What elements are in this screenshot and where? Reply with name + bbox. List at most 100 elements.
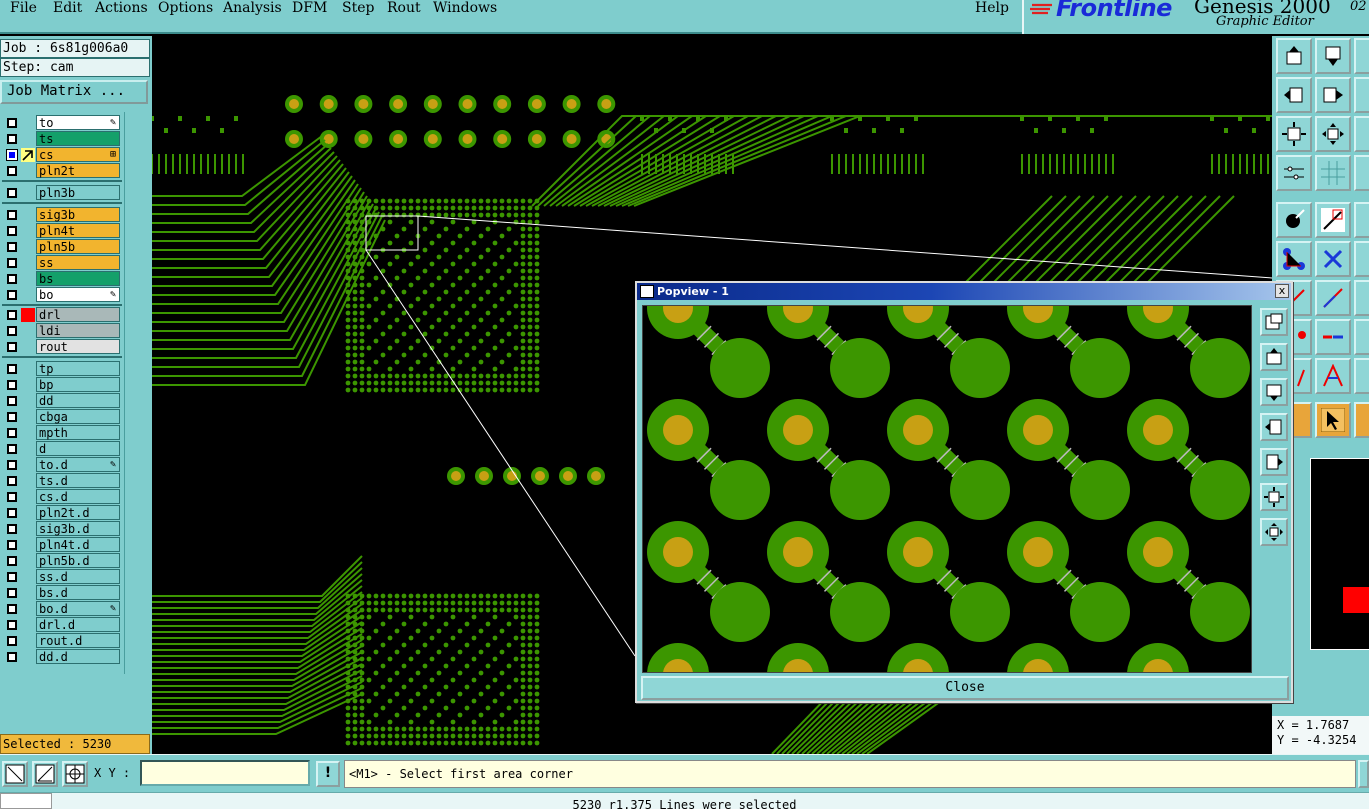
- layer-checkbox[interactable]: [7, 134, 17, 144]
- layer-row-cbga[interactable]: cbga: [2, 409, 121, 424]
- layer-checkbox[interactable]: [7, 636, 17, 646]
- layer-row-pln3b[interactable]: pln3b: [2, 185, 121, 200]
- layer-row-pln5b[interactable]: pln5b: [2, 239, 121, 254]
- layer-row-tp[interactable]: tp: [2, 361, 121, 376]
- layer-row-pln5b-d[interactable]: pln5b.d: [2, 553, 121, 568]
- menu-dfm[interactable]: DFM: [292, 0, 327, 16]
- layer-checkbox[interactable]: [7, 428, 17, 438]
- layer-row-sig3b[interactable]: sig3b: [2, 207, 121, 222]
- pan-up-button[interactable]: [1276, 38, 1312, 74]
- menu-actions[interactable]: Actions: [95, 0, 148, 16]
- layer-row-rout[interactable]: rout: [2, 339, 121, 354]
- layer-row-bp[interactable]: bp: [2, 377, 121, 392]
- tool-angle-b-button[interactable]: [1315, 358, 1351, 394]
- layer-row-cs-d[interactable]: cs.d: [2, 489, 121, 504]
- layer-row-ts[interactable]: ts: [2, 131, 121, 146]
- layer-row-ss[interactable]: ss: [2, 255, 121, 270]
- popview-pan-up-button[interactable]: [1260, 343, 1288, 371]
- layer-list-scrollbar[interactable]: [124, 112, 150, 674]
- layer-checkbox[interactable]: [7, 310, 17, 320]
- layer-checkbox[interactable]: [7, 396, 17, 406]
- snap-button[interactable]: [1354, 155, 1369, 191]
- select-button[interactable]: [1276, 202, 1312, 238]
- layer-checkbox[interactable]: [7, 166, 17, 176]
- layer-checkbox[interactable]: [7, 226, 17, 236]
- layer-checkbox[interactable]: [7, 364, 17, 374]
- popview-pan-down-button[interactable]: [1260, 378, 1288, 406]
- layer-row-bo-d[interactable]: bo.d ✎: [2, 601, 121, 616]
- job-matrix-button[interactable]: Job Matrix ...: [0, 80, 148, 104]
- pan-up-extra-button[interactable]: [1354, 38, 1369, 74]
- layer-checkbox[interactable]: [7, 274, 17, 284]
- grid-toggle-button[interactable]: [1315, 155, 1351, 191]
- menu-file[interactable]: File: [10, 0, 37, 16]
- layer-checkbox[interactable]: [7, 492, 17, 502]
- layer-checkbox[interactable]: [7, 524, 17, 534]
- add-feature-button[interactable]: [1315, 202, 1351, 238]
- layer-row-to-d[interactable]: to.d ✎: [2, 457, 121, 472]
- tool-extra-5-button[interactable]: [1354, 358, 1369, 394]
- delete-button[interactable]: [1315, 241, 1351, 277]
- popview-zoom-fit-button[interactable]: [1260, 483, 1288, 511]
- layer-row-bo[interactable]: bo ✎: [2, 287, 121, 302]
- exclamation-button[interactable]: !: [316, 761, 340, 787]
- layer-checkbox[interactable]: [7, 444, 17, 454]
- layer-checkbox[interactable]: [7, 380, 17, 390]
- popview-close-button[interactable]: Close: [641, 676, 1289, 700]
- layer-checkbox[interactable]: [7, 540, 17, 550]
- layer-row-to[interactable]: to ✎: [2, 115, 121, 130]
- popview-center-button[interactable]: [1260, 518, 1288, 546]
- layer-checkbox[interactable]: [7, 556, 17, 566]
- zoomed-bga-view[interactable]: [643, 306, 1252, 673]
- layer-checkbox[interactable]: [7, 210, 17, 220]
- layer-checkbox[interactable]: [7, 572, 17, 582]
- layer-row-pln2t[interactable]: pln2t: [2, 163, 121, 178]
- layer-row-sig3b-d[interactable]: sig3b.d: [2, 521, 121, 536]
- layer-checkbox[interactable]: [6, 149, 18, 161]
- layer-row-pln2t-d[interactable]: pln2t.d: [2, 505, 121, 520]
- pan-down-button[interactable]: [1315, 38, 1351, 74]
- menu-edit[interactable]: Edit: [53, 0, 82, 16]
- layer-checkbox[interactable]: [7, 620, 17, 630]
- pan-left-button[interactable]: [1276, 77, 1312, 113]
- layer-checkbox[interactable]: [7, 588, 17, 598]
- layer-checkbox[interactable]: [7, 258, 17, 268]
- tool-diag-b-button[interactable]: [1315, 280, 1351, 316]
- layer-checkbox[interactable]: [7, 412, 17, 422]
- menu-windows[interactable]: Windows: [433, 0, 497, 16]
- connect-button[interactable]: [1276, 241, 1312, 277]
- menu-help[interactable]: Help: [975, 0, 1009, 16]
- layer-row-pln4t[interactable]: pln4t: [2, 223, 121, 238]
- layer-checkbox[interactable]: [7, 326, 17, 336]
- layer-row-ss-d[interactable]: ss.d: [2, 569, 121, 584]
- pointer-tool-button[interactable]: [1315, 402, 1351, 438]
- menu-analysis[interactable]: Analysis: [223, 0, 282, 16]
- layer-checkbox[interactable]: [7, 242, 17, 252]
- layer-checkbox[interactable]: [7, 652, 17, 662]
- layer-row-ldi[interactable]: ldi: [2, 323, 121, 338]
- xy-input[interactable]: [140, 760, 310, 786]
- layer-row-rout-d[interactable]: rout.d: [2, 633, 121, 648]
- pan-right-button[interactable]: [1315, 77, 1351, 113]
- pan-extra-button[interactable]: [1354, 77, 1369, 113]
- popview-zoom-view[interactable]: [642, 305, 1252, 673]
- tool-extra-4-button[interactable]: [1354, 319, 1369, 355]
- popview-pan-left-button[interactable]: [1260, 413, 1288, 441]
- layer-row-d[interactable]: d: [2, 441, 121, 456]
- grid-snap-button[interactable]: [62, 761, 88, 787]
- layer-row-mpth[interactable]: mpth: [2, 425, 121, 440]
- measure-angle-button[interactable]: [32, 761, 58, 787]
- menu-rout[interactable]: Rout: [387, 0, 421, 16]
- layer-checkbox[interactable]: [7, 508, 17, 518]
- measure-button[interactable]: [1276, 155, 1312, 191]
- layer-row-bs-d[interactable]: bs.d: [2, 585, 121, 600]
- close-icon[interactable]: x: [1275, 284, 1289, 298]
- layer-checkbox[interactable]: [7, 342, 17, 352]
- tool-org-c-button[interactable]: [1354, 402, 1369, 438]
- layer-row-pln4t-d[interactable]: pln4t.d: [2, 537, 121, 552]
- tool-extra-2-button[interactable]: [1354, 241, 1369, 277]
- zoom-fit-button[interactable]: [1276, 116, 1312, 152]
- zoom-home-button[interactable]: [1315, 116, 1351, 152]
- menu-options[interactable]: Options: [158, 0, 213, 16]
- popview-zoom-in-button[interactable]: [1260, 308, 1288, 336]
